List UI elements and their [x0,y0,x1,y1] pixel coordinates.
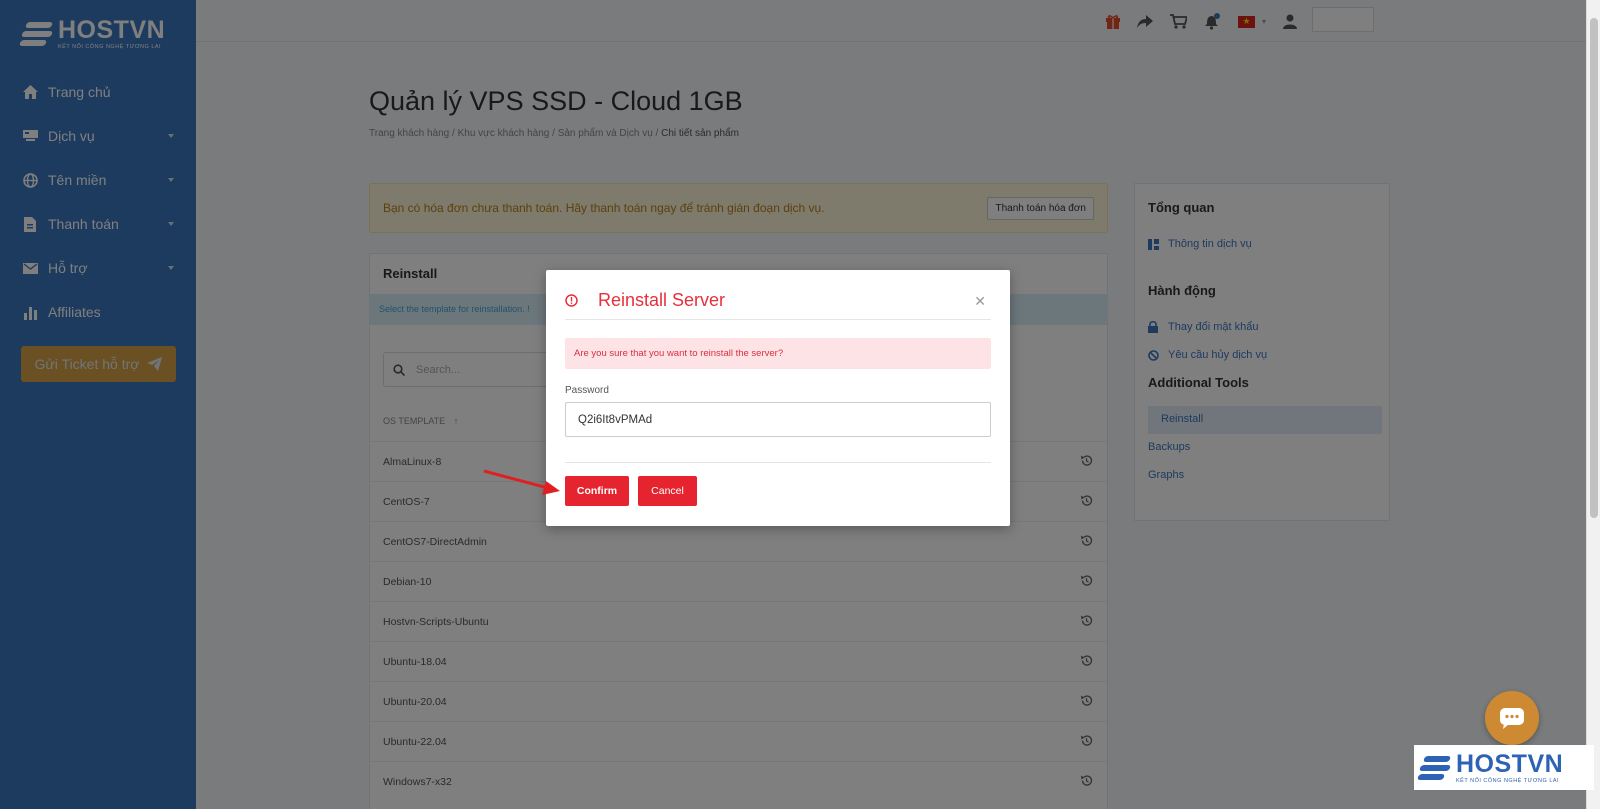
confirm-button[interactable]: Confirm [565,476,629,506]
watermark-tagline: KẾT NỐI CÔNG NGHỆ TƯƠNG LAI [1456,777,1560,784]
reinstall-server-modal: Reinstall Server ✕ Are you sure that you… [546,270,1010,526]
watermark-title: HOSTVN [1456,749,1564,778]
password-label: Password [565,385,609,396]
cancel-button[interactable]: Cancel [638,476,697,506]
modal-title: Reinstall Server [598,290,726,310]
modal-divider [565,462,991,463]
warning-circle-icon [565,294,578,307]
password-field[interactable]: Q2i6It8vPMAd [565,402,991,437]
modal-warning-message: Are you sure that you want to reinstall … [565,338,991,369]
hostvn-watermark-logo: HOSTVN KẾT NỐI CÔNG NGHỆ TƯƠNG LAI [1414,745,1594,790]
password-value: Q2i6It8vPMAd [578,414,653,426]
chat-icon [1500,708,1524,729]
page-scrollbar[interactable] [1586,0,1600,809]
logo-mark-icon [1416,752,1452,784]
chat-button[interactable] [1485,691,1539,745]
modal-header: Reinstall Server ✕ [565,288,991,320]
warning-text: Are you sure that you want to reinstall … [574,348,784,359]
close-icon[interactable]: ✕ [974,293,986,310]
annotation-arrow-icon [483,469,560,495]
